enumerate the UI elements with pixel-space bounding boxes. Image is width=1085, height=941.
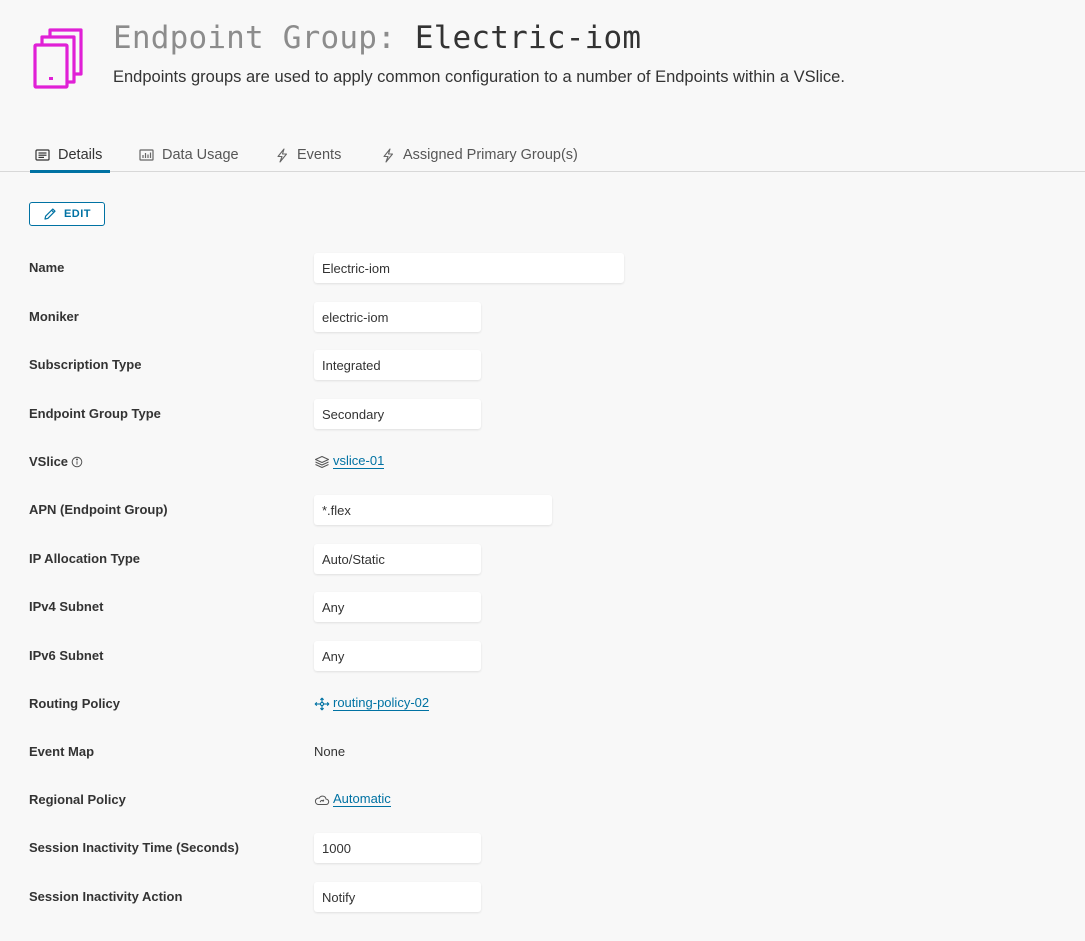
routing-icon [314, 697, 330, 710]
routing-policy-link-text: routing-policy-02 [333, 695, 430, 711]
tab-assigned-primary-groups-label: Assigned Primary Group(s) [403, 147, 578, 163]
ipv6-subnet-label: IPv6 Subnet [29, 648, 104, 663]
lightning-icon [383, 147, 394, 163]
vslice-link[interactable]: vslice-01 [314, 453, 385, 469]
event-map-label: Event Map [29, 744, 95, 759]
endpoint-group-type-value: Secondary [314, 399, 481, 429]
subscription-type-value: Integrated [314, 350, 481, 380]
vslice-label-text: VSlice [29, 454, 69, 469]
ip-allocation-type-label: IP Allocation Type [29, 551, 141, 566]
regional-policy-link-text: Automatic [333, 791, 391, 807]
lightning-icon [277, 147, 288, 163]
name-label: Name [29, 260, 65, 275]
edit-button-label: EDIT [63, 208, 92, 220]
ip-allocation-type-value: Auto/Static [314, 544, 481, 574]
page-header: Endpoint Group: Electric-iom Endpoints g… [0, 0, 1085, 130]
tab-details[interactable]: Details [30, 138, 110, 173]
name-value: Electric-iom [314, 253, 624, 283]
ipv4-subnet-label: IPv4 Subnet [29, 599, 104, 614]
routing-policy-link[interactable]: routing-policy-02 [314, 695, 430, 711]
pencil-icon [44, 208, 56, 220]
subscription-type-label: Subscription Type [29, 357, 142, 372]
cloud-icon [314, 795, 330, 805]
page-title: Endpoint Group: Electric-iom [113, 20, 641, 56]
moniker-value: electric-iom [314, 302, 481, 332]
layers-icon [315, 455, 329, 468]
tab-events[interactable]: Events [270, 138, 346, 172]
chart-icon [139, 149, 154, 161]
routing-policy-label: Routing Policy [29, 696, 120, 711]
tab-data-usage-label: Data Usage [162, 147, 239, 163]
page-subtitle: Endpoints groups are used to apply commo… [113, 68, 845, 86]
session-inactivity-time-label: Session Inactivity Time (Seconds) [29, 840, 239, 855]
endpoint-group-icon [33, 28, 83, 89]
info-icon[interactable] [71, 456, 83, 468]
tab-assigned-primary-groups[interactable]: Assigned Primary Group(s) [376, 138, 583, 172]
ipv6-subnet-value: Any [314, 641, 481, 671]
regional-policy-link[interactable]: Automatic [314, 792, 391, 807]
regional-policy-label: Regional Policy [29, 792, 126, 807]
tab-events-label: Events [297, 147, 342, 163]
ipv4-subnet-value: Any [314, 592, 481, 622]
edit-button[interactable]: EDIT [29, 202, 105, 226]
apn-value: *.flex [314, 495, 552, 525]
details-icon [35, 149, 50, 161]
tab-bar: Details Data Usage Events Assigned Prima… [0, 138, 1085, 173]
tab-details-label: Details [58, 147, 103, 163]
vslice-link-text: vslice-01 [333, 453, 385, 469]
tab-data-usage[interactable]: Data Usage [134, 138, 244, 172]
apn-label: APN (Endpoint Group) [29, 502, 168, 517]
page-title-prefix: Endpoint Group: [113, 20, 415, 56]
session-inactivity-time-value: 1000 [314, 833, 481, 863]
event-map-value: None [314, 744, 346, 759]
vslice-label: VSlice [29, 454, 83, 469]
session-inactivity-action-value: Notify [314, 882, 481, 912]
endpoint-group-type-label: Endpoint Group Type [29, 406, 161, 421]
moniker-label: Moniker [29, 309, 79, 324]
session-inactivity-action-label: Session Inactivity Action [29, 889, 183, 904]
page-title-name: Electric-iom [414, 20, 642, 56]
